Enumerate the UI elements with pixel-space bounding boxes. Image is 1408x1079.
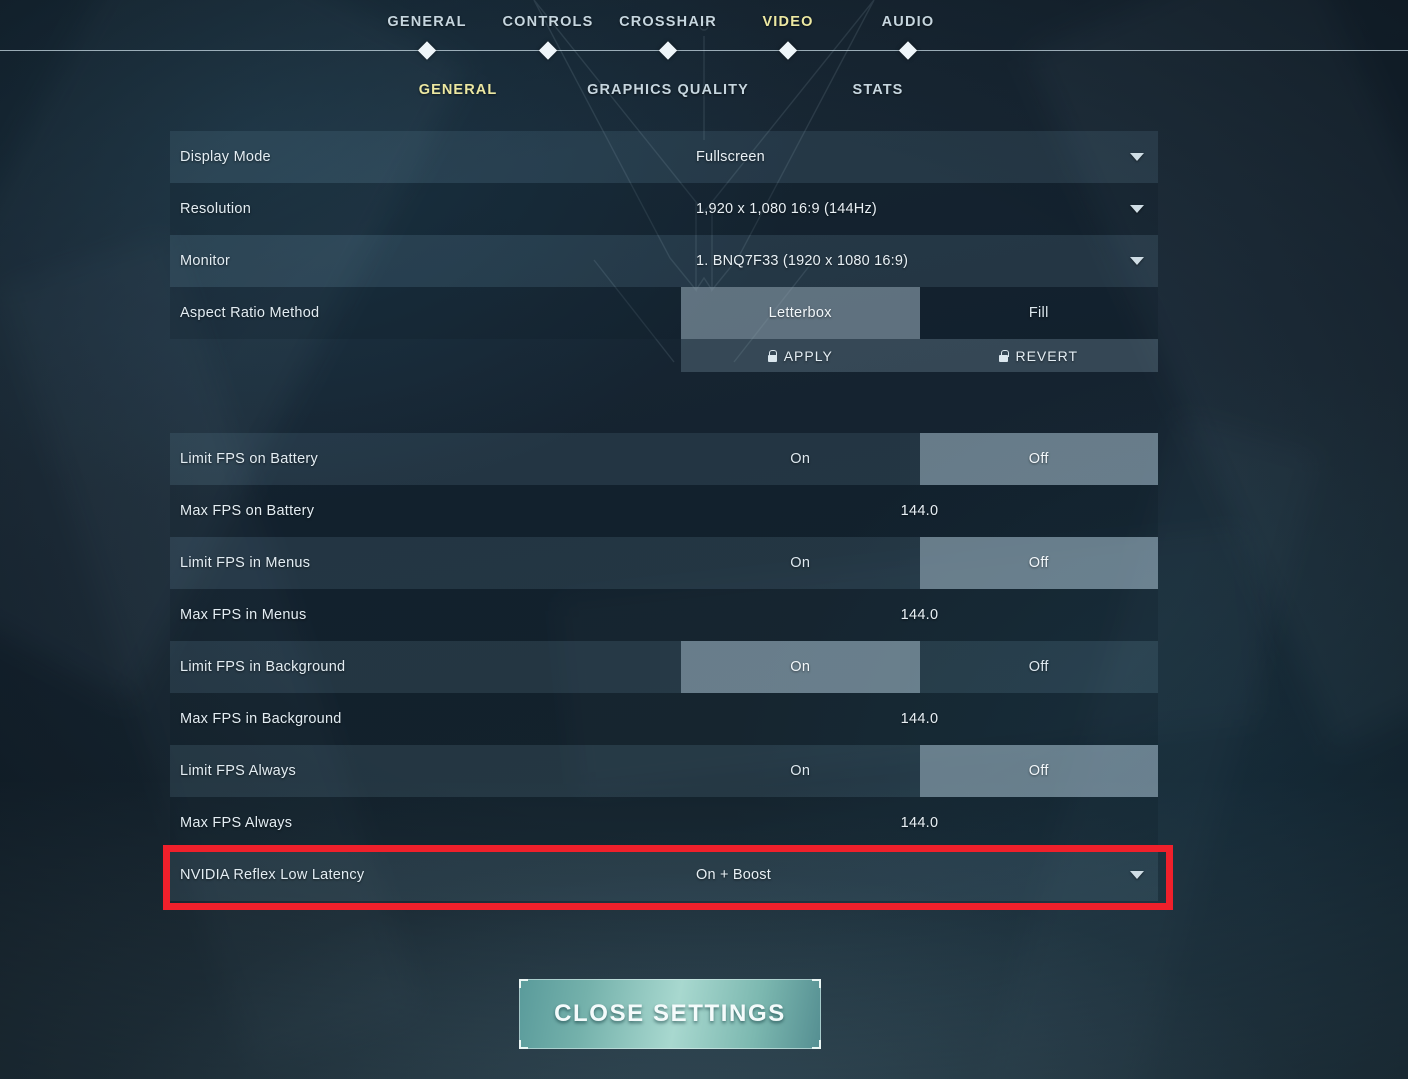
chevron-down-icon [1130, 153, 1144, 161]
subtab-graphics-quality[interactable]: GRAPHICS QUALITY [587, 82, 749, 98]
tab-controls[interactable]: CONTROLS [503, 14, 594, 30]
monitor-dropdown[interactable]: 1. BNQ7F33 (1920 x 1080 16:9) [681, 235, 1158, 287]
corner-marker-top-right [812, 979, 821, 988]
corner-marker-bottom-right [812, 1040, 821, 1049]
dropdown-value: On + Boost [696, 867, 771, 883]
setting-row-limit-fps-in-background: Limit FPS in Background On Off [170, 641, 1158, 693]
setting-row-max-fps-always: Max FPS Always 144.0 [170, 797, 1158, 849]
resolution-dropdown[interactable]: 1,920 x 1,080 16:9 (144Hz) [681, 183, 1158, 235]
max-fps-always-value[interactable]: 144.0 [681, 797, 1158, 849]
chevron-down-icon [1130, 205, 1144, 213]
dropdown-value: Fullscreen [696, 149, 765, 165]
setting-row-max-fps-in-background: Max FPS in Background 144.0 [170, 693, 1158, 745]
max-fps-in-menus-value[interactable]: 144.0 [681, 589, 1158, 641]
lock-icon [999, 349, 1009, 362]
corner-marker-top-left [519, 979, 528, 988]
apply-revert-row: APPLY REVERT [170, 339, 1158, 372]
subtab-stats[interactable]: STATS [853, 82, 904, 98]
dropdown-value: 1,920 x 1,080 16:9 (144Hz) [696, 201, 877, 217]
nvidia-reflex-low-latency-dropdown[interactable]: On + Boost [681, 849, 1158, 901]
tab-audio[interactable]: AUDIO [882, 14, 935, 30]
setting-label: Resolution [180, 201, 252, 217]
display-settings-panel: Display Mode Fullscreen Resolution 1,920… [170, 131, 1158, 372]
tab-divider-line [0, 50, 1408, 51]
limit-fps-in-background-option-off[interactable]: Off [920, 641, 1159, 693]
subtab-general[interactable]: GENERAL [419, 82, 498, 98]
limit-fps-on-battery-segmented-control: On Off [681, 433, 1158, 485]
limit-fps-always-option-on[interactable]: On [681, 745, 920, 797]
setting-row-max-fps-on-battery: Max FPS on Battery 144.0 [170, 485, 1158, 537]
revert-button[interactable]: REVERT [920, 339, 1159, 372]
setting-label: Max FPS on Battery [180, 503, 315, 519]
setting-label: Limit FPS Always [180, 763, 296, 779]
setting-label: Limit FPS in Menus [180, 555, 311, 571]
limit-fps-always-segmented-control: On Off [681, 745, 1158, 797]
setting-label: Max FPS in Menus [180, 607, 307, 623]
close-settings-button[interactable]: CLOSE SETTINGS [519, 979, 821, 1049]
dropdown-value: 1. BNQ7F33 (1920 x 1080 16:9) [696, 253, 909, 269]
limit-fps-in-menus-option-on[interactable]: On [681, 537, 920, 589]
setting-label: Limit FPS on Battery [180, 451, 318, 467]
setting-row-nvidia-reflex-low-latency: NVIDIA Reflex Low Latency On + Boost [170, 849, 1158, 901]
corner-marker-bottom-left [519, 1040, 528, 1049]
main-tab-bar: GENERAL CONTROLS CROSSHAIR VIDEO AUDIO [0, 14, 1408, 40]
revert-button-label: REVERT [1015, 347, 1079, 364]
setting-label: Display Mode [180, 149, 271, 165]
apply-button-label: APPLY [783, 347, 833, 364]
display-mode-dropdown[interactable]: Fullscreen [681, 131, 1158, 183]
max-fps-in-background-value[interactable]: 144.0 [681, 693, 1158, 745]
aspect-ratio-option-fill[interactable]: Fill [920, 287, 1159, 339]
tab-crosshair[interactable]: CROSSHAIR [619, 14, 717, 30]
apply-button[interactable]: APPLY [681, 339, 920, 372]
lock-icon [767, 349, 778, 362]
tab-video[interactable]: VIDEO [762, 14, 813, 30]
tab-marker-general [417, 41, 437, 60]
setting-row-limit-fps-always: Limit FPS Always On Off [170, 745, 1158, 797]
setting-row-aspect-ratio-method: Aspect Ratio Method Letterbox Fill [170, 287, 1158, 339]
setting-row-limit-fps-on-battery: Limit FPS on Battery On Off [170, 433, 1158, 485]
tab-marker-crosshair [658, 41, 678, 60]
limit-fps-in-background-option-on[interactable]: On [681, 641, 920, 693]
setting-label: Monitor [180, 253, 231, 269]
setting-label: Limit FPS in Background [180, 659, 346, 675]
limit-fps-always-option-off[interactable]: Off [919, 745, 1158, 797]
setting-row-max-fps-in-menus: Max FPS in Menus 144.0 [170, 589, 1158, 641]
setting-row-limit-fps-in-menus: Limit FPS in Menus On Off [170, 537, 1158, 589]
setting-row-monitor: Monitor 1. BNQ7F33 (1920 x 1080 16:9) [170, 235, 1158, 287]
setting-label: NVIDIA Reflex Low Latency [180, 867, 365, 883]
setting-label: Aspect Ratio Method [180, 305, 320, 321]
limit-fps-in-menus-option-off[interactable]: Off [919, 537, 1158, 589]
limit-fps-in-menus-segmented-control: On Off [681, 537, 1158, 589]
tab-marker-controls [538, 41, 558, 60]
fps-settings-panel: Limit FPS on Battery On Off Max FPS on B… [170, 433, 1158, 901]
limit-fps-on-battery-option-off[interactable]: Off [919, 433, 1158, 485]
chevron-down-icon [1130, 257, 1144, 265]
limit-fps-in-background-segmented-control: On Off [681, 641, 1158, 693]
max-fps-on-battery-value[interactable]: 144.0 [681, 485, 1158, 537]
close-settings-wrapper: CLOSE SETTINGS [519, 979, 821, 1049]
setting-label: Max FPS Always [180, 815, 293, 831]
chevron-down-icon [1130, 871, 1144, 879]
setting-row-display-mode: Display Mode Fullscreen [170, 131, 1158, 183]
aspect-ratio-option-letterbox[interactable]: Letterbox [681, 287, 920, 339]
setting-row-resolution: Resolution 1,920 x 1,080 16:9 (144Hz) [170, 183, 1158, 235]
close-settings-label: CLOSE SETTINGS [554, 1000, 786, 1027]
aspect-ratio-segmented-control: Letterbox Fill [681, 287, 1158, 339]
tab-marker-video [778, 41, 798, 60]
sub-tab-bar: GENERAL GRAPHICS QUALITY STATS [0, 82, 1408, 104]
tab-general[interactable]: GENERAL [387, 14, 466, 30]
limit-fps-on-battery-option-on[interactable]: On [681, 433, 920, 485]
tab-marker-audio [898, 41, 918, 60]
setting-label: Max FPS in Background [180, 711, 342, 727]
